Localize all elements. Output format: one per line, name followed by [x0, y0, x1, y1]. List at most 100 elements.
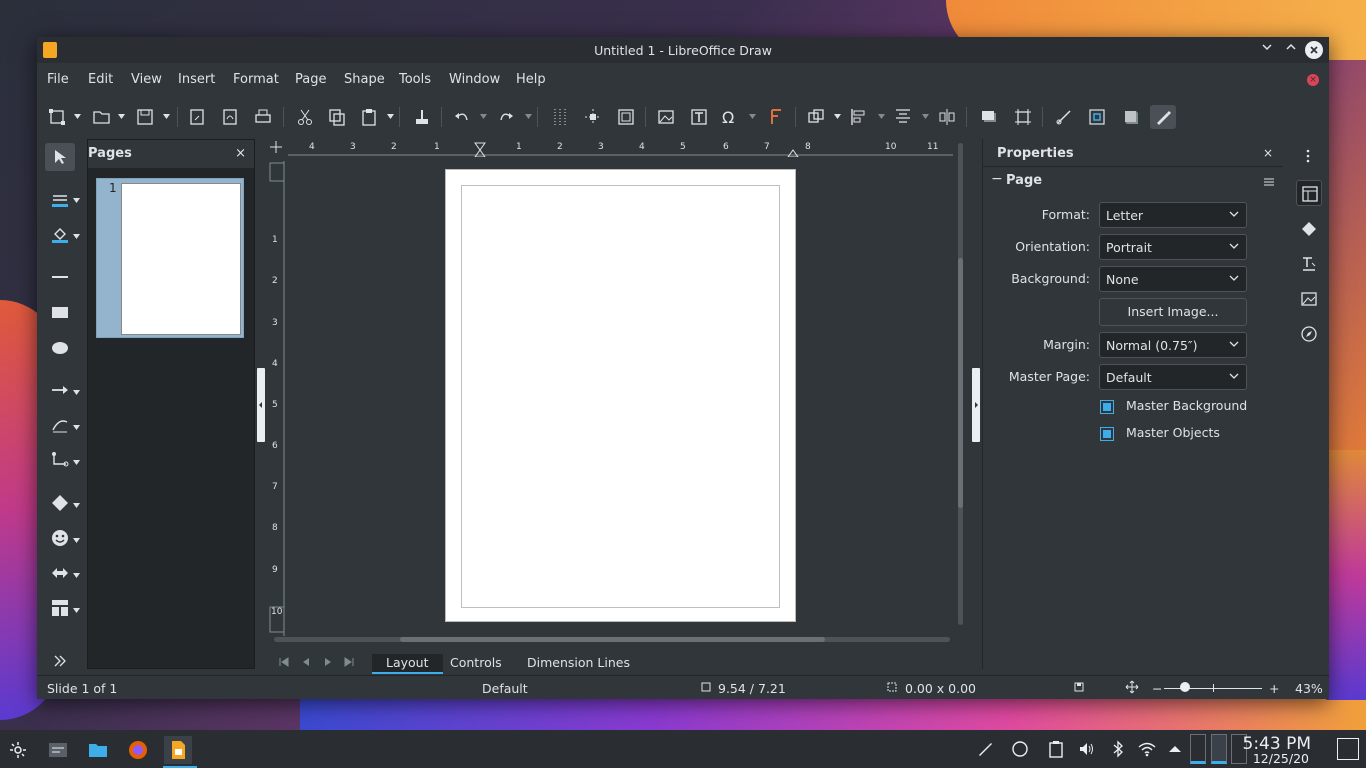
page-thumbnail-selected[interactable]: 1	[96, 178, 244, 338]
chevron-down-icon[interactable]	[73, 608, 80, 613]
chevron-down-icon[interactable]	[163, 114, 170, 119]
save-button[interactable]	[132, 105, 158, 129]
fontwork-button[interactable]	[763, 105, 789, 129]
chevron-down-icon[interactable]	[922, 114, 929, 119]
print-button[interactable]	[250, 105, 276, 129]
margin-select[interactable]: Normal (0.75″)	[1099, 332, 1247, 358]
menu-page[interactable]: Page	[295, 72, 326, 87]
clock-date[interactable]: 12/25/20	[1253, 751, 1309, 766]
chevron-down-icon[interactable]	[878, 114, 885, 119]
chevron-down-icon[interactable]	[73, 198, 80, 203]
menu-window[interactable]: Window	[449, 72, 500, 87]
chevron-down-icon[interactable]	[73, 460, 80, 465]
symbol-shapes-tool[interactable]	[45, 524, 75, 552]
collapse-left-panel-handle[interactable]	[257, 368, 265, 442]
network-tray[interactable]	[1138, 740, 1158, 760]
block-arrows-tool[interactable]	[45, 559, 75, 587]
insert-textbox-button[interactable]	[686, 105, 712, 129]
more-tools-button[interactable]	[45, 651, 75, 671]
close-window-button[interactable]	[1305, 41, 1323, 59]
orientation-select[interactable]: Portrait	[1099, 234, 1247, 260]
menu-icon[interactable]	[1264, 177, 1274, 187]
open-button[interactable]	[89, 105, 115, 129]
line-color-tool[interactable]	[45, 185, 75, 213]
chevron-down-icon[interactable]	[73, 503, 80, 508]
expand-tray-button[interactable]	[1166, 740, 1186, 760]
connectors-tool[interactable]	[45, 446, 75, 474]
redo-button[interactable]	[493, 105, 519, 129]
lines-arrows-tool[interactable]	[45, 376, 75, 404]
insert-image-button[interactable]: Insert Image...	[1099, 298, 1247, 326]
chevron-down-icon[interactable]	[387, 114, 394, 119]
chevron-down-icon[interactable]	[480, 114, 487, 119]
master-objects-checkbox[interactable]	[1100, 427, 1114, 441]
menu-edit[interactable]: Edit	[88, 72, 113, 87]
align-objects-button[interactable]	[846, 105, 872, 129]
minimize-button[interactable]	[1258, 41, 1276, 59]
fit-page-icon[interactable]	[1125, 680, 1139, 694]
export-button[interactable]	[184, 105, 210, 129]
vertical-scrollbar[interactable]	[958, 143, 963, 625]
next-tab-icon[interactable]	[322, 656, 334, 668]
virtual-desktop-2[interactable]	[1211, 734, 1227, 764]
sidebar-properties-tab[interactable]	[1296, 180, 1322, 206]
format-select[interactable]: Letter	[1099, 202, 1247, 228]
arrange-button[interactable]	[890, 105, 916, 129]
sidebar-gallery-tab[interactable]	[1296, 286, 1322, 312]
chevron-down-icon[interactable]	[834, 114, 841, 119]
more-options-icon[interactable]	[1306, 149, 1310, 163]
select-tool[interactable]	[45, 143, 75, 171]
master-page-select[interactable]: Default	[1099, 364, 1247, 390]
zoom-out-button[interactable]: −	[1152, 681, 1162, 696]
drawing-canvas[interactable]: 4 3 2 1 1 2 3 4 5 6 7 8 10 11 1 2 3 4 5 …	[268, 139, 972, 649]
menu-tools[interactable]: Tools	[399, 72, 431, 87]
glue-points-button[interactable]	[1084, 105, 1110, 129]
clone-formatting-button[interactable]	[409, 105, 435, 129]
chevron-down-icon[interactable]	[73, 234, 80, 239]
insert-line-tool[interactable]	[45, 263, 75, 291]
task-libreoffice-draw[interactable]	[164, 736, 192, 764]
paste-button[interactable]	[356, 105, 382, 129]
previous-tab-icon[interactable]	[300, 656, 312, 668]
points-button[interactable]	[1051, 105, 1077, 129]
copy-button[interactable]	[324, 105, 350, 129]
sidebar-styles-tab[interactable]	[1296, 251, 1322, 277]
volume-tray[interactable]	[1078, 740, 1098, 760]
cut-button[interactable]	[292, 105, 318, 129]
background-select[interactable]: None	[1099, 266, 1247, 292]
clipboard-tray[interactable]	[1047, 740, 1067, 760]
close-document-button[interactable]: ×	[1307, 74, 1319, 86]
chevron-down-icon[interactable]	[749, 114, 756, 119]
document-modified-icon[interactable]	[1073, 681, 1085, 693]
collapse-sidebar-handle[interactable]	[972, 368, 980, 442]
special-character-button[interactable]: Ω	[716, 105, 742, 129]
menu-view[interactable]: View	[131, 72, 162, 87]
master-background-checkbox[interactable]	[1100, 400, 1114, 414]
chevron-down-icon[interactable]	[73, 425, 80, 430]
horizontal-scrollbar[interactable]	[274, 637, 950, 642]
title-bar[interactable]: Untitled 1 - LibreOffice Draw	[37, 37, 1329, 63]
fill-color-tool[interactable]	[45, 221, 75, 249]
menu-shape[interactable]: Shape	[344, 72, 385, 87]
collapse-section-icon[interactable]: −	[991, 171, 1003, 187]
insert-rectangle-tool[interactable]	[45, 298, 75, 326]
master-page-indicator[interactable]: Default	[482, 681, 528, 696]
tab-dimension-lines[interactable]: Dimension Lines	[513, 654, 644, 674]
insert-image-button[interactable]	[653, 105, 679, 129]
helplines-button[interactable]	[580, 105, 606, 129]
tab-layout[interactable]: Layout	[372, 654, 443, 674]
chevron-down-icon[interactable]	[74, 114, 81, 119]
maximize-button[interactable]	[1282, 41, 1300, 59]
menu-help[interactable]: Help	[516, 72, 546, 87]
chevron-down-icon[interactable]	[73, 390, 80, 395]
first-tab-icon[interactable]	[278, 656, 290, 668]
chevron-down-icon[interactable]	[118, 114, 125, 119]
sidebar-shapes-tab[interactable]	[1296, 216, 1322, 242]
sidebar-navigator-tab[interactable]	[1296, 321, 1322, 347]
tab-controls[interactable]: Controls	[436, 654, 516, 674]
menu-format[interactable]: Format	[233, 72, 279, 87]
virtual-desktop-1[interactable]	[1190, 734, 1206, 764]
undo-button[interactable]	[449, 105, 475, 129]
application-launcher[interactable]	[4, 736, 32, 764]
menu-file[interactable]: File	[47, 72, 69, 87]
